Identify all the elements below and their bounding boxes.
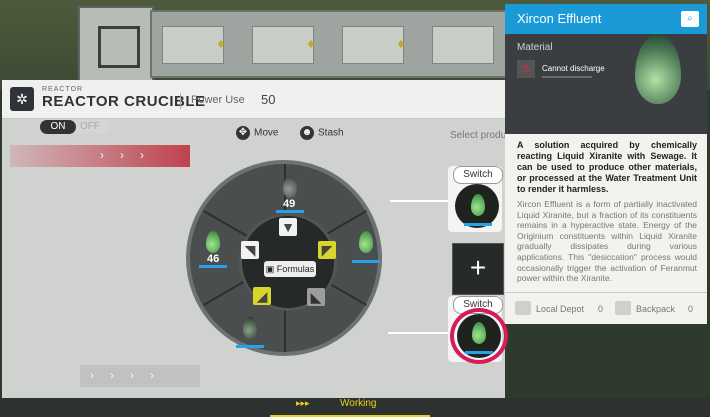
status-label: Working — [340, 398, 377, 409]
output-1-level-bar — [464, 223, 492, 226]
facility-logo-icon: ✲ — [10, 87, 34, 111]
output-1-fluid-icon — [471, 194, 485, 216]
move-icon: ✥ — [236, 126, 250, 140]
world-rail: ♦ ♦ ♦ — [150, 10, 509, 78]
switch-button-1[interactable]: Switch — [453, 166, 503, 184]
backpack-label: Backpack — [636, 304, 676, 314]
slot-left-value: 46 — [207, 253, 220, 265]
slot-right-level-bar — [352, 260, 380, 263]
output-link-1 — [390, 200, 452, 202]
tooltip-footer: Local Depot 0 Backpack 0 — [505, 292, 707, 325]
arrow-in-right-icon: ◤ — [318, 241, 336, 259]
toggle-on-label: ON — [40, 120, 76, 134]
local-depot-count: 0 — [598, 304, 604, 314]
power-use-value: 50 — [261, 92, 276, 107]
tooltip-header: Xircon Effluent ⌕ — [505, 4, 707, 34]
backpack-icon — [615, 301, 631, 315]
slot-top-level-bar — [276, 210, 304, 213]
facility-sub-label: REACTOR — [42, 86, 84, 93]
move-button[interactable]: ✥ Move — [236, 126, 278, 140]
arrow-down-icon: ▼ — [279, 218, 297, 236]
local-depot-icon — [515, 301, 531, 315]
slot-left-fluid-icon[interactable] — [206, 231, 220, 253]
tooltip-type: Material — [517, 42, 553, 53]
arrow-out-left-icon: ◢ — [253, 287, 271, 305]
tooltip-description: A solution acquired by chemically reacti… — [517, 140, 697, 194]
slot-bottom-left-level-bar — [236, 345, 264, 348]
stash-button[interactable]: ☻ Stash — [300, 126, 344, 140]
power-use-label: Power Use — [191, 94, 245, 106]
slot-right-fluid-icon[interactable] — [359, 231, 373, 253]
add-output-button[interactable]: + — [452, 243, 504, 295]
input-conveyor-bottom — [80, 365, 200, 387]
divider — [180, 93, 181, 109]
facility-header: ✲ REACTOR REACTOR CRUCIBLE Power Use 50 — [2, 80, 505, 119]
slot-top-fluid-icon[interactable] — [283, 176, 297, 198]
tooltip-lore: Xircon Effluent is a form of partially i… — [517, 199, 697, 284]
arrow-in-left-icon: ◥ — [241, 241, 259, 259]
formulas-label: Formulas — [276, 264, 315, 274]
output-link-2 — [388, 332, 452, 334]
cannot-discharge-icon: ⚠ — [517, 60, 535, 78]
tooltip-title: Xircon Effluent — [517, 11, 602, 26]
stash-icon: ☻ — [300, 126, 314, 140]
local-depot-label: Local Depot — [536, 304, 585, 314]
move-label: Move — [254, 127, 279, 139]
play-icon: ▸▸▸ — [296, 398, 310, 408]
stash-label: Stash — [318, 127, 344, 139]
tooltip-warning: Cannot discharge — [542, 64, 605, 73]
slot-top-value: 49 — [283, 198, 296, 210]
item-tooltip: Xircon Effluent ⌕ Material ⚠ Cannot disc… — [505, 4, 707, 324]
facility-title: REACTOR CRUCIBLE — [42, 93, 206, 110]
slot-left-level-bar — [199, 265, 227, 268]
slot-bottom-left-fluid-icon[interactable] — [243, 317, 257, 339]
xircon-effluent-icon — [635, 34, 681, 104]
selected-output-highlight — [450, 308, 508, 364]
inspect-icon[interactable]: ⌕ — [681, 11, 699, 27]
select-product-label: Select produ — [450, 130, 507, 141]
toggle-off-label: OFF — [80, 121, 100, 132]
power-toggle[interactable]: ON OFF — [40, 120, 110, 134]
tooltip-summary: Material ⚠ Cannot discharge — [505, 34, 707, 134]
plus-icon: + — [469, 252, 487, 283]
world-crucible-block — [78, 6, 154, 82]
formulas-button[interactable]: ▣ Formulas — [264, 261, 316, 277]
backpack-count: 0 — [688, 304, 694, 314]
tooltip-warning-underline — [542, 76, 592, 78]
formulas-icon: ▣ — [265, 264, 277, 274]
arrow-out-right-icon: ◣ — [307, 288, 325, 306]
